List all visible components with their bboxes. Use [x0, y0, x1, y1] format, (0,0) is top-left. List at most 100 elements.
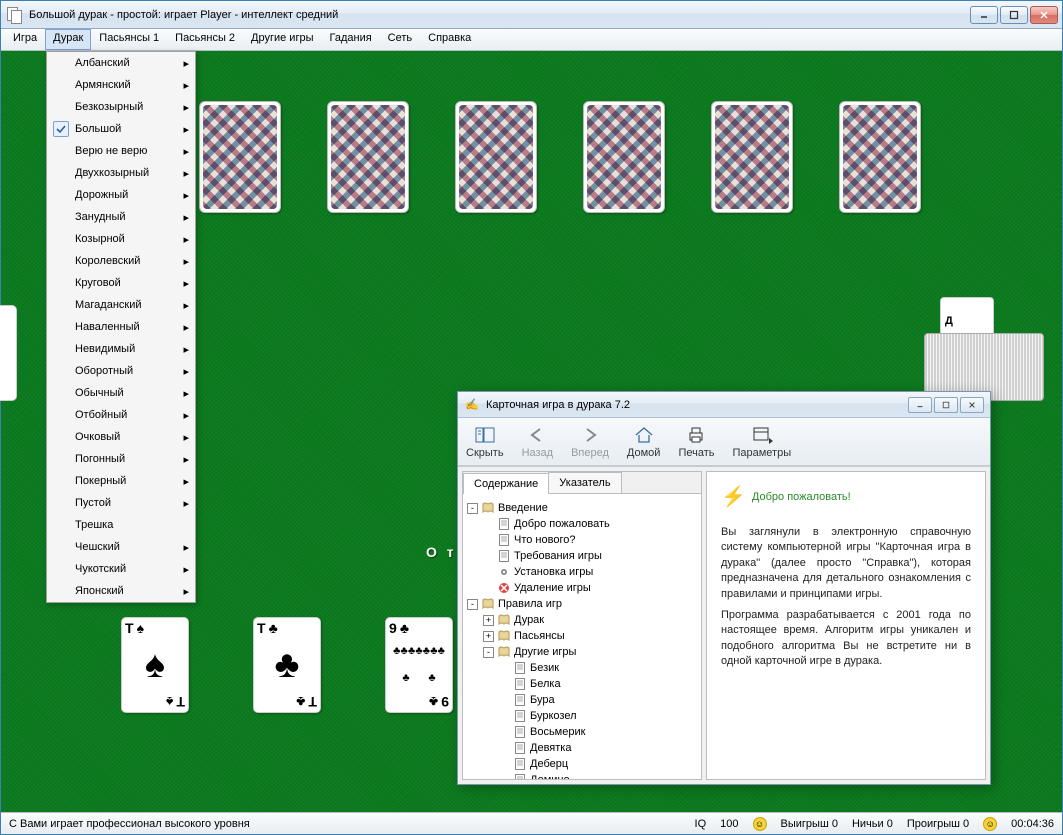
dd-item-Отбойный[interactable]: Отбойный▸ [47, 404, 195, 426]
dd-item-Невидимый[interactable]: Невидимый▸ [47, 338, 195, 360]
dd-item-Обычный[interactable]: Обычный▸ [47, 382, 195, 404]
tree-node[interactable]: Безик [499, 660, 697, 676]
chevron-right-icon: ▸ [183, 167, 189, 180]
dd-item-Королевский[interactable]: Королевский▸ [47, 250, 195, 272]
dd-item-Чукотский[interactable]: Чукотский▸ [47, 558, 195, 580]
durak-submenu[interactable]: Албанский▸Армянский▸Безкозырный▸Большой▸… [46, 51, 196, 603]
chevron-right-icon: ▸ [183, 255, 189, 268]
tree-node[interactable]: Удаление игры [483, 580, 697, 596]
dd-item-Большой[interactable]: Большой▸ [47, 118, 195, 140]
tree-node[interactable]: -Введение [467, 500, 697, 516]
dd-item-Оборотный[interactable]: Оборотный▸ [47, 360, 195, 382]
help-tab-Содержание[interactable]: Содержание [463, 473, 549, 494]
menu-Гадания[interactable]: Гадания [322, 29, 380, 50]
help-tab-Указатель[interactable]: Указатель [548, 472, 621, 493]
expander-icon [499, 695, 510, 706]
tree-node[interactable]: -Другие игры [483, 644, 697, 660]
tree-node[interactable]: +Пасьянсы [483, 628, 697, 644]
maximize-button[interactable] [1000, 6, 1028, 24]
menubar[interactable]: ИграДуракПасьянсы 1Пасьянсы 2Другие игры… [1, 29, 1062, 51]
chevron-right-icon: ▸ [183, 101, 189, 114]
help-tree[interactable]: -ВведениеДобро пожаловатьЧто нового?Треб… [463, 494, 701, 779]
player-card[interactable]: Т ♣♣Т ♣ [253, 617, 321, 713]
player-card[interactable]: Т ♠♠Т ♠ [121, 617, 189, 713]
chevron-right-icon: ▸ [183, 365, 189, 378]
expander-icon[interactable]: + [483, 631, 494, 642]
menu-Пасьянсы 2[interactable]: Пасьянсы 2 [167, 29, 243, 50]
help-minimize-button[interactable] [908, 397, 932, 413]
tree-node[interactable]: Что нового? [483, 532, 697, 548]
tree-node[interactable]: +Дурак [483, 612, 697, 628]
tree-node[interactable]: Домино [499, 772, 697, 779]
book-icon [497, 645, 511, 659]
menu-Справка[interactable]: Справка [420, 29, 479, 50]
help-tb-opts[interactable]: Параметры [732, 424, 791, 459]
book-icon [481, 501, 495, 515]
dd-item-Трешка[interactable]: Трешка [47, 514, 195, 536]
opponent-card [711, 101, 793, 213]
dd-item-Занудный[interactable]: Занудный▸ [47, 206, 195, 228]
chevron-right-icon: ▸ [183, 233, 189, 246]
tree-node[interactable]: Требования игры [483, 548, 697, 564]
dd-item-Пустой[interactable]: Пустой▸ [47, 492, 195, 514]
player-card[interactable]: 9 ♣♣♣♣♣♣♣♣♣♣9 ♣ [385, 617, 453, 713]
page-icon [513, 693, 527, 707]
book-icon [497, 629, 511, 643]
tree-node[interactable]: Белка [499, 676, 697, 692]
tree-node[interactable]: Бура [499, 692, 697, 708]
expander-icon [483, 567, 494, 578]
dd-item-Армянский[interactable]: Армянский▸ [47, 74, 195, 96]
dd-item-Очковый[interactable]: Очковый▸ [47, 426, 195, 448]
fwd-icon [578, 424, 602, 446]
book-icon [481, 597, 495, 611]
menu-Игра[interactable]: Игра [5, 29, 45, 50]
expander-icon[interactable]: - [467, 503, 478, 514]
bolt-icon: ⚡ [721, 484, 746, 509]
help-tabs[interactable]: СодержаниеУказатель [463, 472, 701, 494]
dd-item-Наваленный[interactable]: Наваленный▸ [47, 316, 195, 338]
back-icon [525, 424, 549, 446]
tree-node[interactable]: -Правила игр [467, 596, 697, 612]
expander-icon[interactable]: - [467, 599, 478, 610]
minimize-button[interactable] [970, 6, 998, 24]
menu-Дурак[interactable]: Дурак [45, 29, 91, 50]
expander-icon [483, 519, 494, 530]
tree-node[interactable]: Установка игры [483, 564, 697, 580]
dd-item-Магаданский[interactable]: Магаданский▸ [47, 294, 195, 316]
menu-Пасьянсы 1[interactable]: Пасьянсы 1 [91, 29, 167, 50]
menu-Сеть[interactable]: Сеть [380, 29, 420, 50]
help-maximize-button[interactable] [934, 397, 958, 413]
dd-item-Дорожный[interactable]: Дорожный▸ [47, 184, 195, 206]
tree-node[interactable]: Деберц [499, 756, 697, 772]
expander-icon [499, 679, 510, 690]
help-toolbar[interactable]: СкрытьНазадВпередДомойПечатьПараметры [458, 418, 990, 466]
dd-item-Козырной[interactable]: Козырной▸ [47, 228, 195, 250]
game-area[interactable]: Д ♠ О т б Т ♠♠Т ♠Т ♣♣Т ♣9 ♣♣♣♣♣♣♣♣♣♣9 ♣ … [1, 51, 1062, 812]
expander-icon[interactable]: - [483, 647, 494, 658]
help-tb-print[interactable]: Печать [678, 424, 714, 459]
dd-item-Албанский[interactable]: Албанский▸ [47, 52, 195, 74]
dd-item-Покерный[interactable]: Покерный▸ [47, 470, 195, 492]
dd-item-Японский[interactable]: Японский▸ [47, 580, 195, 602]
tree-node[interactable]: Восьмерик [499, 724, 697, 740]
menu-Другие игры[interactable]: Другие игры [243, 29, 321, 50]
dd-item-Погонный[interactable]: Погонный▸ [47, 448, 195, 470]
expander-icon [499, 759, 510, 770]
close-button[interactable] [1030, 6, 1058, 24]
help-tb-hide[interactable]: Скрыть [466, 424, 504, 459]
dd-item-Чешский[interactable]: Чешский▸ [47, 536, 195, 558]
chevron-right-icon: ▸ [183, 563, 189, 576]
tree-node[interactable]: Девятка [499, 740, 697, 756]
dd-item-Круговой[interactable]: Круговой▸ [47, 272, 195, 294]
dd-item-Верю не верю[interactable]: Верю не верю▸ [47, 140, 195, 162]
page-icon [497, 533, 511, 547]
help-tb-home[interactable]: Домой [627, 424, 661, 459]
help-close-button[interactable] [960, 397, 984, 413]
expander-icon [483, 535, 494, 546]
expander-icon[interactable]: + [483, 615, 494, 626]
expander-icon [499, 727, 510, 738]
tree-node[interactable]: Добро пожаловать [483, 516, 697, 532]
dd-item-Безкозырный[interactable]: Безкозырный▸ [47, 96, 195, 118]
dd-item-Двухкозырный[interactable]: Двухкозырный▸ [47, 162, 195, 184]
tree-node[interactable]: Буркозел [499, 708, 697, 724]
